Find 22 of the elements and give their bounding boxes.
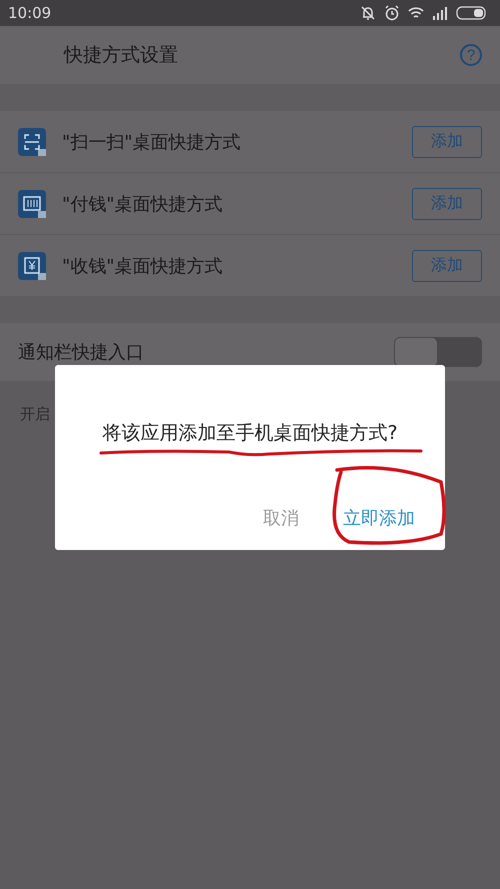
dialog-message: 将该应用添加至手机桌面快捷方式? [102,422,398,444]
wifi-icon [408,6,424,20]
barcode-card-icon [18,190,46,218]
signal-icon [432,6,448,20]
battery-icon [456,6,488,20]
add-button[interactable]: 添加 [412,188,482,220]
setting-label: 通知栏快捷入口 [18,341,144,364]
page-title: 快捷方式设置 [64,43,178,68]
shortcut-label: "收钱"桌面快捷方式 [62,254,224,278]
toggle-switch[interactable] [394,337,482,367]
cancel-button[interactable]: 取消 [261,502,301,534]
shortcut-label: "付钱"桌面快捷方式 [62,192,224,216]
yen-card-icon [18,252,46,280]
add-button[interactable]: 添加 [412,250,482,282]
confirm-button[interactable]: 立即添加 [341,502,417,534]
scan-icon [18,128,46,156]
shortcut-label: "扫一扫"桌面快捷方式 [62,130,242,154]
status-time: 10:09 [8,4,52,22]
alarm-icon [384,5,400,21]
add-button[interactable]: 添加 [412,126,482,158]
muted-bell-icon [360,5,376,21]
help-button[interactable]: ? [460,44,482,66]
